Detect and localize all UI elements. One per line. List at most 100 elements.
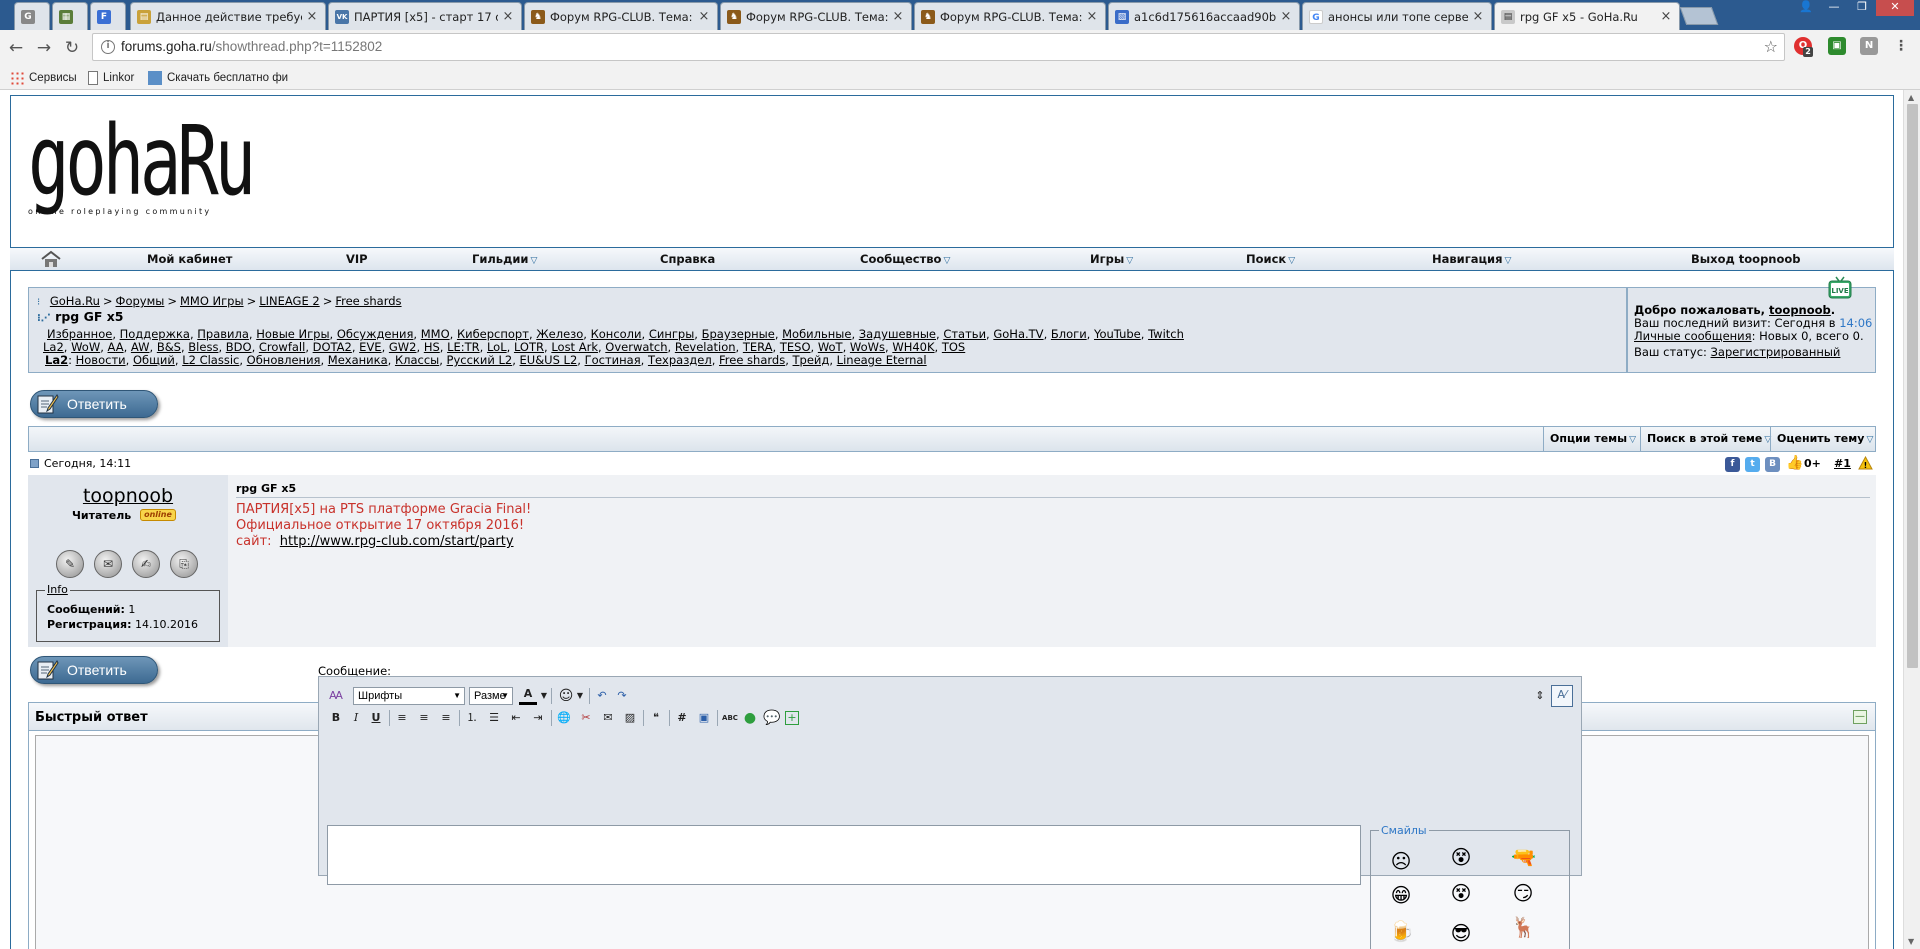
quicklink[interactable]: Механика (328, 353, 388, 367)
facebook-share-icon[interactable]: f (1725, 457, 1740, 472)
smiley-gun-icon[interactable]: 🔫 (1511, 845, 1536, 869)
bookmark-star-icon[interactable]: ☆ (1764, 37, 1778, 56)
quicklink[interactable]: AW (131, 340, 150, 354)
smiley-deer-icon[interactable]: 🦌 (1511, 915, 1536, 939)
undo-icon[interactable]: ↶ (593, 687, 611, 705)
quicklink[interactable]: Трейд (793, 353, 830, 367)
nav-guilds[interactable]: Гильдии ▽ (472, 252, 537, 266)
align-center-icon[interactable]: ≡ (415, 709, 433, 727)
bookmark-download[interactable]: Скачать бесплатно фи (148, 69, 288, 87)
browser-tab-3[interactable]: F (90, 2, 126, 30)
quicklink[interactable]: Классы (395, 353, 439, 367)
quicklink[interactable]: LE:TR (447, 340, 480, 354)
quicklink[interactable]: TESO (780, 340, 811, 354)
quicklink[interactable]: Revelation (675, 340, 736, 354)
size-select[interactable]: Разме ▼ (469, 687, 513, 705)
post-author-link[interactable]: toopnoob (28, 485, 228, 507)
quicklink[interactable]: Free shards (719, 353, 785, 367)
quicklink[interactable]: LoL (487, 340, 507, 354)
quicklink[interactable]: Техраздел (648, 353, 712, 367)
quicklink[interactable]: MMO (421, 327, 450, 341)
nav-my-cabinet[interactable]: Мой кабинет (147, 252, 232, 266)
user-profile-icon[interactable]: ✎ (56, 550, 84, 578)
insert-email-icon[interactable]: ✉ (599, 709, 617, 727)
page-scrollbar[interactable]: ▲ ▼ (1903, 90, 1920, 949)
bold-icon[interactable]: B (327, 709, 345, 727)
play-icon[interactable]: ● (741, 709, 759, 727)
smiley-sad-icon[interactable]: ☹ (1389, 849, 1413, 873)
quicklink[interactable]: Браузерные (702, 327, 775, 341)
breadcrumb-free-shards[interactable]: Free shards (335, 294, 401, 308)
site-logo[interactable]: gohaRu online roleplaying community (28, 113, 339, 216)
speech-bubble-icon[interactable]: 💬 (763, 709, 781, 727)
browser-tab-active[interactable]: ▤ rpg GF x5 - GoHa.Ru × (1494, 2, 1680, 30)
restore-icon[interactable]: ❐ (1850, 0, 1874, 16)
bookmark-services[interactable]: Сервисы (10, 69, 77, 87)
back-icon[interactable]: ← (6, 38, 26, 58)
quicklink[interactable]: Поддержка (120, 327, 190, 341)
smiley-beer-icon[interactable]: 🍺 (1389, 919, 1414, 943)
code-hash-icon[interactable]: # (673, 709, 691, 727)
spellcheck-icon[interactable]: ABC (721, 709, 739, 727)
nav-vip[interactable]: VIP (346, 252, 368, 266)
close-window-icon[interactable]: ✕ (1876, 0, 1914, 16)
address-bar[interactable]: i forums.goha.ru/showthread.php?t=115280… (92, 33, 1785, 61)
breadcrumb-goha[interactable]: GoHa.Ru (50, 294, 100, 308)
nav-community[interactable]: Сообщество ▽ (860, 252, 950, 266)
quicklink[interactable]: Обновления (247, 353, 321, 367)
status-link[interactable]: Зарегистрированный (1711, 345, 1841, 359)
quicklink[interactable]: EVE (359, 340, 381, 354)
home-icon[interactable] (40, 250, 62, 268)
live-tv-icon[interactable]: LIVE (1828, 276, 1852, 300)
browser-tab-1[interactable]: G (14, 2, 50, 30)
user-posts-icon[interactable]: ✍ (132, 550, 160, 578)
smiley-confused-icon[interactable]: 😵 (1449, 881, 1473, 905)
quicklink[interactable]: Киберспорт (457, 327, 529, 341)
quicklink[interactable]: BDO (226, 340, 252, 354)
nav-logout[interactable]: Выход toopnoob (1691, 252, 1801, 266)
nav-navigation[interactable]: Навигация ▽ (1432, 252, 1511, 266)
profile-icon[interactable]: N (1860, 37, 1878, 55)
tab-close-icon[interactable]: × (697, 9, 711, 24)
quote-icon[interactable]: ❝ (647, 709, 665, 727)
user-pm-icon[interactable]: ✉ (94, 550, 122, 578)
quicklink[interactable]: TERA (743, 340, 773, 354)
remove-link-icon[interactable]: ✂ (577, 709, 595, 727)
browser-tab-9[interactable]: ▧ a1c6d175616accaad90bca × (1108, 2, 1300, 30)
quicklink[interactable]: Русский L2 (447, 353, 513, 367)
tab-close-icon[interactable]: × (1471, 9, 1485, 24)
quicklink[interactable]: Задушевные (859, 327, 936, 341)
extension-green-icon[interactable]: ▣ (1828, 37, 1846, 55)
quicklink[interactable]: L2 Classic (182, 353, 239, 367)
user-blog-icon[interactable]: ⎘ (170, 550, 198, 578)
site-info-icon[interactable]: i (101, 40, 115, 54)
nav-search[interactable]: Поиск ▽ (1246, 252, 1295, 266)
new-tab-button[interactable] (1679, 7, 1719, 25)
tab-close-icon[interactable]: × (305, 9, 319, 24)
quicklink[interactable]: EU&US L2 (520, 353, 578, 367)
quicklink[interactable]: GW2 (389, 340, 417, 354)
tab-close-icon[interactable]: × (1659, 9, 1673, 24)
quicklink[interactable]: Блоги (1051, 327, 1087, 341)
user-icon[interactable]: 👤 (1796, 0, 1816, 16)
quicklink[interactable]: Bless (188, 340, 218, 354)
quicklink[interactable]: WoW (71, 340, 100, 354)
smiley-dizzy-icon[interactable]: 😵 (1449, 845, 1473, 869)
smiley-cool-icon[interactable]: 😎 (1449, 921, 1473, 945)
quicklink[interactable]: Общий (133, 353, 175, 367)
report-warning-icon[interactable]: ! (1858, 456, 1873, 470)
twitter-share-icon[interactable]: t (1745, 457, 1760, 472)
quicklink[interactable]: B&S (157, 340, 181, 354)
align-right-icon[interactable]: ≡ (437, 709, 455, 727)
quicklink[interactable]: Статьи (943, 327, 986, 341)
switch-editor-mode-icon[interactable]: A⁄ (1551, 685, 1573, 707)
like-thumb-icon[interactable]: 👍 (1786, 456, 1803, 471)
quicklink[interactable]: La2 (43, 340, 64, 354)
nav-games[interactable]: Игры ▽ (1090, 252, 1133, 266)
align-left-icon[interactable]: ≡ (393, 709, 411, 727)
quicklink[interactable]: Overwatch (605, 340, 667, 354)
tab-close-icon[interactable]: × (1085, 9, 1099, 24)
breadcrumb-forums[interactable]: Форумы (116, 294, 165, 308)
quicklink[interactable]: Мобильные (782, 327, 851, 341)
message-textarea[interactable] (327, 825, 1361, 885)
